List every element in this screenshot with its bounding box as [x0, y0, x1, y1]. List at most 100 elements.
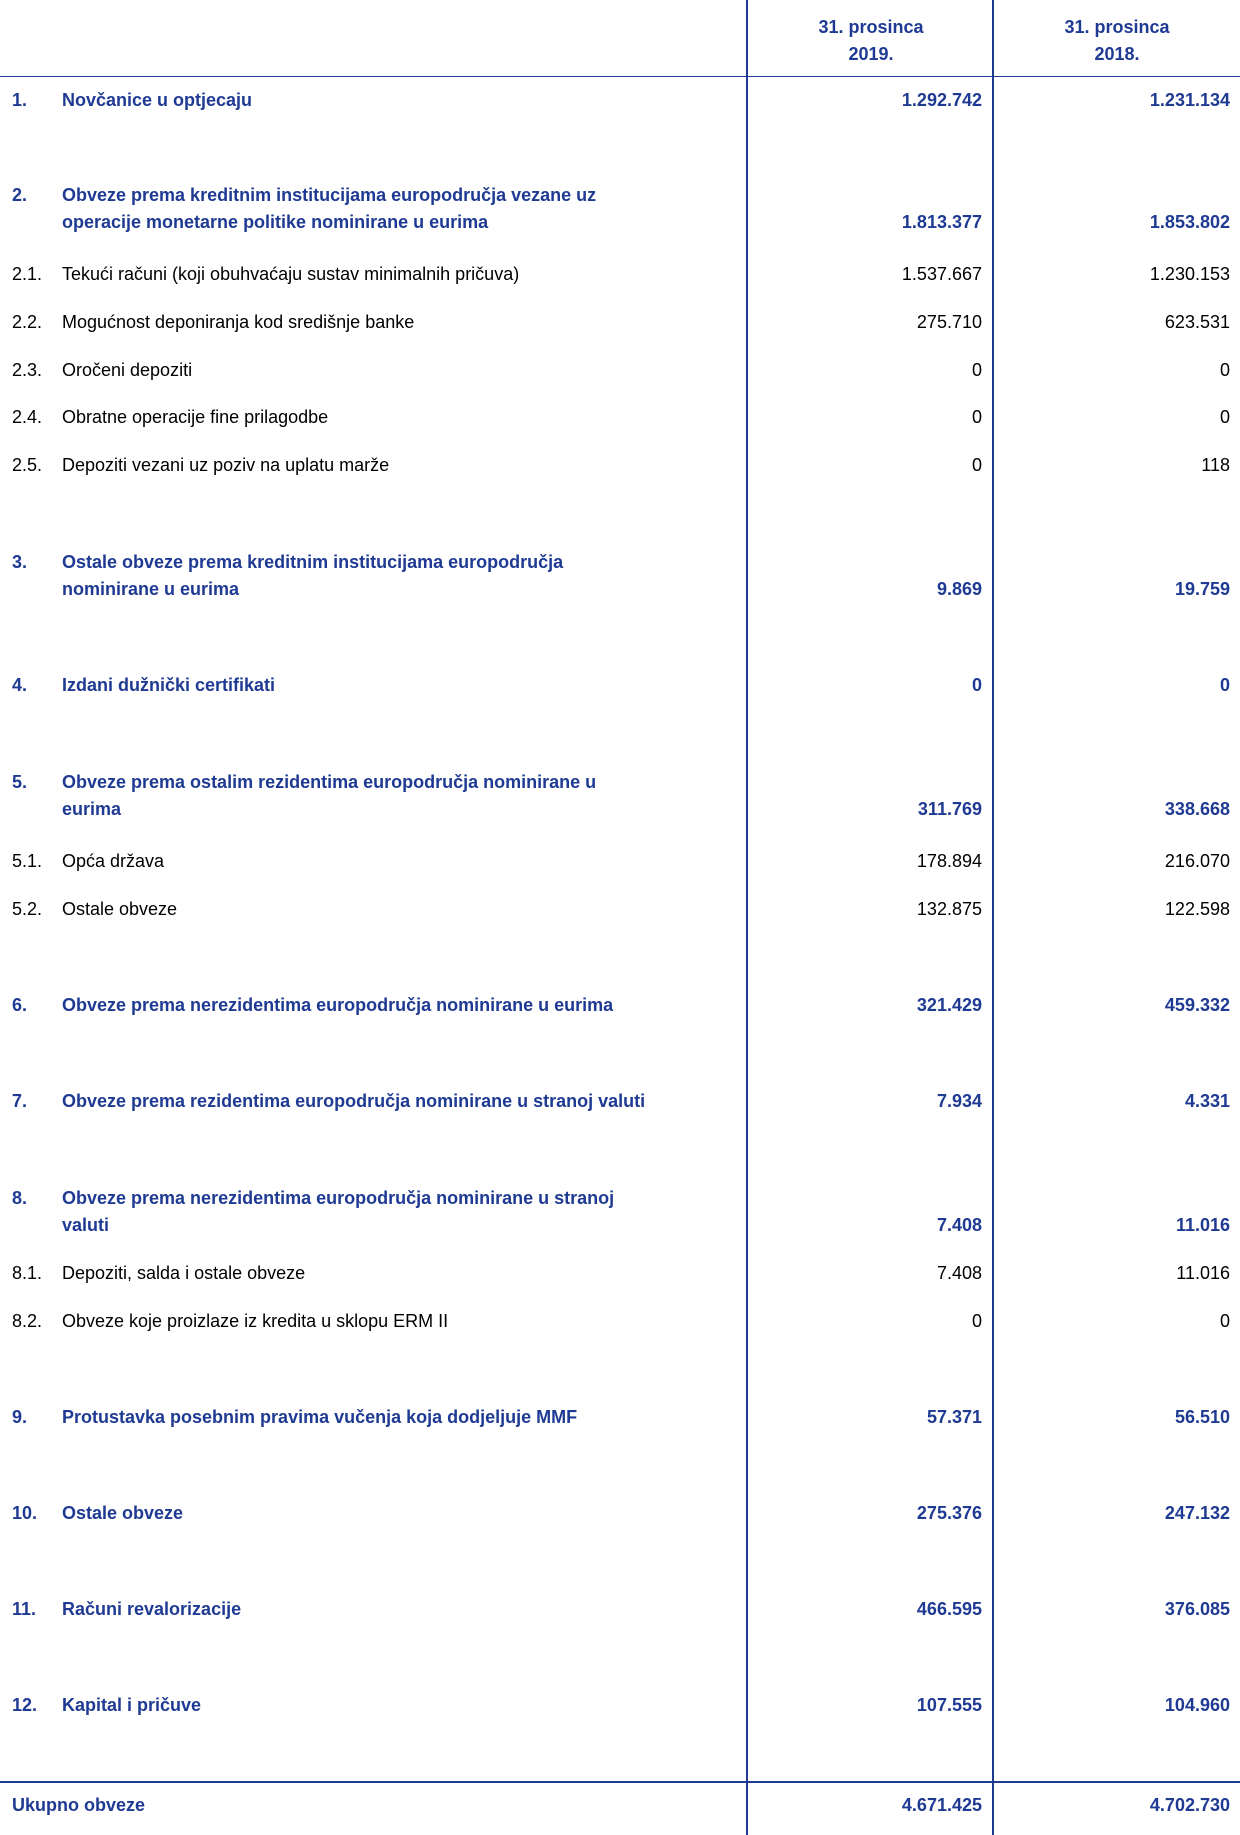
balance-sheet-liabilities-table: 31. prosinca 2019. 31. prosinca 2018. 1.…: [0, 0, 1240, 1835]
row-value-2018: 0: [1219, 1311, 1230, 1331]
row-value-2018: 118: [1201, 455, 1230, 475]
row-number: 2.4.: [12, 407, 43, 427]
row-number: 2.: [12, 185, 28, 205]
sub-row: 2.2. Mogućnost deponiranja kod središnje …: [0, 309, 1240, 336]
row-label: Opća država: [62, 851, 165, 871]
row-value-2019: 57.371: [926, 1407, 982, 1427]
row-value-2018: 376.085: [1164, 1599, 1230, 1619]
column-header-2018-line2: 2018.: [1094, 44, 1140, 64]
row-value-2019: 466.595: [916, 1599, 982, 1619]
row-label: Oročeni depoziti: [62, 360, 193, 380]
row-label-line: valuti: [62, 1215, 110, 1235]
row-value-2018: 122.598: [1164, 899, 1230, 919]
row-value-2018: 338.668: [1164, 799, 1230, 819]
row-label: Izdani dužnički certifikati: [62, 675, 276, 695]
row-value-2018: 459.332: [1164, 995, 1230, 1015]
section-row: 10. Ostale obveze 275.376 247.132: [0, 1500, 1240, 1527]
header-divider: [0, 76, 1240, 77]
row-value-2018: 104.960: [1164, 1695, 1230, 1715]
row-label-line: eurima: [62, 799, 122, 819]
row-number: 12.: [12, 1695, 38, 1715]
section-row: 2. Obveze prema kreditnim institucijama e…: [0, 182, 1240, 236]
row-label-line: nominirane u eurima: [62, 579, 240, 599]
row-label: Ostale obveze: [62, 899, 178, 919]
row-label: Novčanice u optjecaju: [62, 90, 253, 110]
section-row: 5. Obveze prema ostalim rezidentima europ…: [0, 769, 1240, 823]
row-value-2018: 216.070: [1164, 851, 1230, 871]
row-value-2018: 56.510: [1174, 1407, 1230, 1427]
row-value-2018: 1.231.134: [1149, 90, 1230, 110]
row-number: 7.: [12, 1091, 28, 1111]
total-row: Ukupno obveze 4.671.425 4.702.730: [0, 1792, 1240, 1819]
row-label: Tekući računi (koji obuhvaćaju sustav mi…: [62, 264, 520, 284]
row-value-2019: 0: [971, 675, 982, 695]
row-value-2019: 1.537.667: [901, 264, 982, 284]
row-label: Kapital i pričuve: [62, 1695, 202, 1715]
row-label-line: Ostale obveze prema kreditnim institucij…: [62, 552, 564, 572]
section-row: 6. Obveze prema nerezidentima europodručj…: [0, 992, 1240, 1019]
row-value-2019: 7.934: [936, 1091, 982, 1111]
row-label: Obveze koje proizlaze iz kredita u sklop…: [62, 1311, 449, 1331]
row-label: Obveze prema nerezidentima europodručja …: [62, 995, 614, 1015]
row-value-2018: 11.016: [1176, 1263, 1230, 1283]
sub-row: 2.4. Obratne operacije fine prilagodbe 0 0: [0, 404, 1240, 431]
row-label: Ostale obveze: [62, 1503, 184, 1523]
row-label: Obveze prema rezidentima europodručja no…: [62, 1091, 646, 1111]
section-row: 12. Kapital i pričuve 107.555 104.960: [0, 1692, 1240, 1719]
row-value-2019: 1.292.742: [901, 90, 982, 110]
row-value-2019: 0: [971, 1311, 982, 1331]
row-label: Obratne operacije fine prilagodbe: [62, 407, 329, 427]
row-value-2018: 11.016: [1175, 1215, 1230, 1235]
column-header-2018-line1: 31. prosinca: [1064, 17, 1170, 37]
row-label: Obveze prema ostalim rezidentima europod…: [62, 769, 732, 823]
row-label: Depoziti vezani uz poziv na uplatu marže: [62, 455, 390, 475]
row-number: 10.: [12, 1503, 38, 1523]
row-value-2019: 178.894: [916, 851, 982, 871]
row-number: 8.1.: [12, 1263, 43, 1283]
row-label: Obveze prema kreditnim institucijama eur…: [62, 182, 732, 236]
row-value-2018: 4.331: [1184, 1091, 1230, 1111]
row-label-line: Obveze prema ostalim rezidentima europod…: [62, 772, 597, 792]
row-number: 2.1.: [12, 264, 43, 284]
row-label-line: operacije monetarne politike nominirane …: [62, 212, 489, 232]
section-row: 8. Obveze prema nerezidentima europodručj…: [0, 1185, 1240, 1239]
sub-row: 8.2. Obveze koje proizlaze iz kredita u s…: [0, 1308, 1240, 1335]
row-label-line: Obveze prema kreditnim institucijama eur…: [62, 185, 597, 205]
row-label-line: Obveze prema nerezidentima europodručja …: [62, 1188, 615, 1208]
row-number: 2.5.: [12, 455, 43, 475]
row-number: 2.3.: [12, 360, 43, 380]
row-number: 8.2.: [12, 1311, 43, 1331]
row-value-2018: 0: [1219, 407, 1230, 427]
total-divider: [0, 1781, 1240, 1783]
sub-row: 2.1. Tekući računi (koji obuhvaćaju susta…: [0, 261, 1240, 288]
row-value-2018: 623.531: [1164, 312, 1230, 332]
sub-row: 2.3. Oročeni depoziti 0 0: [0, 357, 1240, 384]
section-row: 11. Računi revalorizacije 466.595 376.085: [0, 1596, 1240, 1623]
row-number: 4.: [12, 675, 28, 695]
row-number: 3.: [12, 552, 28, 572]
sub-row: 2.5. Depoziti vezani uz poziv na uplatu m…: [0, 452, 1240, 479]
column-header-2019-line2: 2019.: [848, 44, 894, 64]
row-label: Protustavka posebnim pravima vučenja koj…: [62, 1407, 578, 1427]
row-label: Mogućnost deponiranja kod središnje bank…: [62, 312, 415, 332]
row-number: 5.: [12, 772, 28, 792]
section-row: 9. Protustavka posebnim pravima vučenja k…: [0, 1404, 1240, 1431]
total-value-2019: 4.671.425: [901, 1795, 982, 1815]
row-label: Ostale obveze prema kreditnim institucij…: [62, 549, 732, 603]
row-value-2018: 247.132: [1164, 1503, 1230, 1523]
total-label: Ukupno obveze: [12, 1795, 146, 1815]
section-row: 3. Ostale obveze prema kreditnim instituc…: [0, 549, 1240, 603]
row-value-2019: 321.429: [916, 995, 982, 1015]
sub-row: 8.1. Depoziti, salda i ostale obveze 7.408…: [0, 1260, 1240, 1287]
row-value-2019: 275.710: [916, 312, 982, 332]
section-row: 7. Obveze prema rezidentima europodručja …: [0, 1088, 1240, 1115]
row-value-2019: 311.769: [917, 799, 982, 819]
row-label: Depoziti, salda i ostale obveze: [62, 1263, 306, 1283]
row-number: 2.2.: [12, 312, 43, 332]
row-label: Računi revalorizacije: [62, 1599, 242, 1619]
row-value-2018: 0: [1219, 360, 1230, 380]
row-number: 5.2.: [12, 899, 43, 919]
row-value-2019: 1.813.377: [901, 212, 982, 232]
column-header-2019-line1: 31. prosinca: [818, 17, 924, 37]
row-value-2018: 19.759: [1174, 579, 1230, 599]
